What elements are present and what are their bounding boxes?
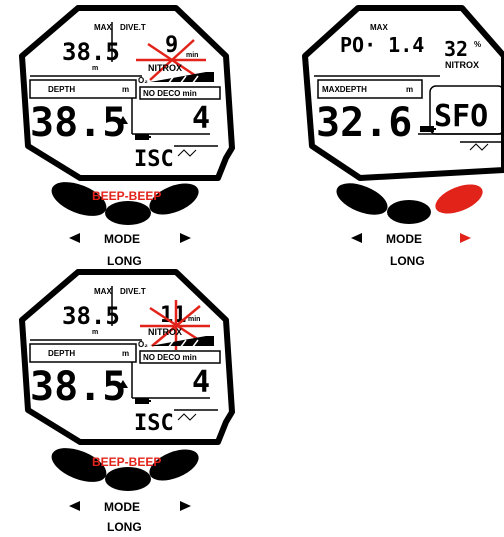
max-depth-value: 38.5 [62,302,120,330]
mode-button[interactable] [105,201,151,225]
isc-text: ISC [134,147,174,172]
maxdepth-value: 32.6 [316,100,412,146]
no-deco-label: NO DECO min [143,353,197,362]
battery-icon [135,398,151,404]
arrow-right-icon [180,233,191,243]
depth-unit: m [122,349,129,358]
beep-label: BEEP-BEEP [92,189,161,203]
no-deco-value: 4 [192,365,210,400]
o2-bargraph [150,72,214,85]
mode-label: MODE [386,232,422,246]
depth-value: 38.5 [30,100,126,146]
battery-icon [135,134,151,140]
nitrox-label: NITROX [445,60,479,70]
wave-icon [177,149,197,157]
long-label: LONG [107,520,142,534]
unit-m: m [92,329,98,336]
wave-icon [469,143,489,151]
mode-button[interactable] [105,467,151,491]
unit-m: m [92,65,98,72]
depth-unit: m [122,85,129,94]
right-button-active[interactable] [431,179,486,220]
o2-bargraph [150,336,214,349]
arrow-left-icon [351,233,362,243]
long-label: LONG [107,254,142,268]
percent-sign: % [474,40,481,49]
dive-time-value: 9 [165,33,178,58]
panel-3: MAX DIVE.T 38.5 m 11 min NITROX O₂ DEPTH… [19,269,235,534]
o2-label: O₂ [138,76,148,85]
left-button[interactable] [332,177,392,221]
nitrox-label: NITROX [148,327,182,337]
unit-min: min [186,52,198,59]
po-value: PO· 1.4 [340,33,424,57]
dive-t-label: DIVE.T [120,287,146,296]
mode-label: MODE [104,232,140,246]
max-depth-value: 38.5 [62,38,120,66]
nitrox-label: NITROX [148,63,182,73]
unit-min: min [188,316,200,323]
isc-text: ISC [134,411,174,436]
arrow-left-icon [69,501,80,511]
maxdepth-label: MAXDEPTH [322,85,367,94]
o2-percent-value: 32 [444,37,468,61]
no-deco-label: NO DECO min [143,89,197,98]
max-label: MAX [370,23,388,32]
diagram-canvas: MAX DIVE.T 38.5 m 9 min NITROX O₂ DEPTH … [19,5,504,534]
dive-t-label: DIVE.T [120,23,146,32]
max-label: MAX [94,23,112,32]
battery-icon [420,126,436,132]
arrow-right-icon [460,233,471,243]
depth-label: DEPTH [48,85,75,94]
panel-1: MAX DIVE.T 38.5 m 9 min NITROX O₂ DEPTH … [19,5,235,268]
mode-button[interactable] [387,200,431,224]
wave-icon [177,413,197,421]
panel-2: MAX PO· 1.4 32 % NITROX MAXDEPTH m 32.6 … [302,5,504,268]
no-deco-value: 4 [192,101,210,136]
arrow-right-icon [180,501,191,511]
depth-label: DEPTH [48,349,75,358]
depth-header [29,79,137,99]
sfo-text: SFO [434,99,488,134]
long-label: LONG [390,254,425,268]
depth-header [29,343,137,363]
arrow-left-icon [69,233,80,243]
depth-unit: m [406,85,413,94]
max-label: MAX [94,287,112,296]
depth-value: 38.5 [30,364,126,410]
beep-label: BEEP-BEEP [92,455,161,469]
mode-label: MODE [104,500,140,514]
o2-label: O₂ [138,340,148,349]
